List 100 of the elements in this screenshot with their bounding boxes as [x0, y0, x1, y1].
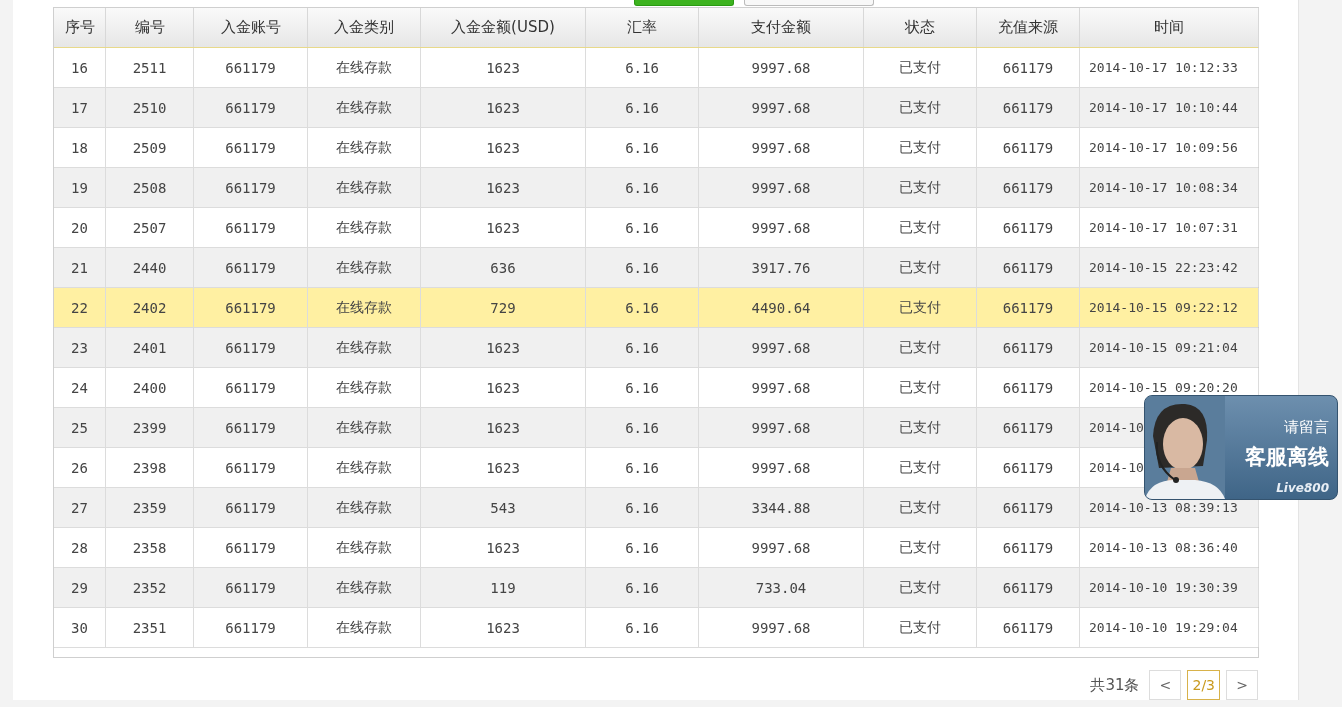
table-cell: 9997.68: [699, 88, 864, 127]
column-header: 支付金额: [699, 8, 864, 47]
table-cell: 已支付: [864, 448, 977, 487]
table-cell: 661179: [194, 488, 308, 527]
table-cell: 661179: [194, 328, 308, 367]
table-cell: 2014-10-17 10:09:56: [1080, 128, 1259, 167]
table-cell: 661179: [194, 568, 308, 607]
table-cell: 25: [54, 408, 106, 447]
table-cell: 1623: [421, 208, 586, 247]
table-cell: 28: [54, 528, 106, 567]
table-cell: 22: [54, 288, 106, 327]
table-cell: 6.16: [586, 568, 699, 607]
message-prompt: 请留言: [1284, 418, 1329, 437]
table-cell: 661179: [977, 128, 1080, 167]
table-cell: 9997.68: [699, 368, 864, 407]
table-cell: 733.04: [699, 568, 864, 607]
table-cell: 661179: [977, 528, 1080, 567]
table-cell: 661179: [977, 568, 1080, 607]
table-cell: 2014-10-17 10:08:34: [1080, 168, 1259, 207]
column-header: 编号: [106, 8, 194, 47]
table-cell: 已支付: [864, 608, 977, 647]
column-header: 时间: [1080, 8, 1259, 47]
table-cell: 9997.68: [699, 328, 864, 367]
table-cell: 661179: [194, 608, 308, 647]
table-cell: 661179: [977, 48, 1080, 87]
table-cell: 2509: [106, 128, 194, 167]
table-cell: 661179: [194, 288, 308, 327]
table-cell: 6.16: [586, 248, 699, 287]
table-cell: 已支付: [864, 248, 977, 287]
table-cell: 543: [421, 488, 586, 527]
table-cell: 2508: [106, 168, 194, 207]
table-cell: 2014-10-17 10:12:33: [1080, 48, 1259, 87]
table-cell: 在线存款: [308, 88, 421, 127]
table-cell: 3344.88: [699, 488, 864, 527]
table-cell: 2014-10-10 19:29:04: [1080, 608, 1259, 647]
table-cell: 661179: [977, 208, 1080, 247]
table-cell: 661179: [977, 288, 1080, 327]
table-cell: 在线存款: [308, 248, 421, 287]
table-cell: 661179: [194, 528, 308, 567]
table-cell: 在线存款: [308, 208, 421, 247]
table-cell: 已支付: [864, 208, 977, 247]
table-cell: 16: [54, 48, 106, 87]
table-cell: 6.16: [586, 208, 699, 247]
table-cell: 2014-10-15 09:22:12: [1080, 288, 1259, 327]
table-cell: 9997.68: [699, 168, 864, 207]
table-cell: 1623: [421, 48, 586, 87]
table-cell: 9997.68: [699, 128, 864, 167]
table-cell: 29: [54, 568, 106, 607]
table-cell: 2014-10-15 09:21:04: [1080, 328, 1259, 367]
table-cell: 661179: [977, 368, 1080, 407]
table-cell: 661179: [977, 408, 1080, 447]
table-cell: 1623: [421, 608, 586, 647]
table-cell: 已支付: [864, 48, 977, 87]
table-cell: 6.16: [586, 608, 699, 647]
column-header: 序号: [54, 8, 106, 47]
column-header: 入金账号: [194, 8, 308, 47]
table-cell: 2402: [106, 288, 194, 327]
table-cell: 661179: [977, 608, 1080, 647]
table-cell: 6.16: [586, 448, 699, 487]
table-cell: 已支付: [864, 528, 977, 567]
table-cell: 20: [54, 208, 106, 247]
column-header: 汇率: [586, 8, 699, 47]
table-cell: 6.16: [586, 168, 699, 207]
table-cell: 3917.76: [699, 248, 864, 287]
table-cell: 729: [421, 288, 586, 327]
table-cell: 在线存款: [308, 288, 421, 327]
table-cell: 在线存款: [308, 448, 421, 487]
table-cell: 2440: [106, 248, 194, 287]
table-cell: 已支付: [864, 168, 977, 207]
table-cell: 1623: [421, 528, 586, 567]
table-cell: 661179: [977, 328, 1080, 367]
table-cell: 6.16: [586, 528, 699, 567]
table-cell: 2511: [106, 48, 194, 87]
table-cell: 2400: [106, 368, 194, 407]
table-cell: 6.16: [586, 288, 699, 327]
table-cell: 6.16: [586, 48, 699, 87]
table-cell: 6.16: [586, 128, 699, 167]
table-cell: 已支付: [864, 408, 977, 447]
table-cell: 2014-10-17 10:10:44: [1080, 88, 1259, 127]
table-cell: 9997.68: [699, 448, 864, 487]
table-cell: 661179: [194, 168, 308, 207]
table-cell: 在线存款: [308, 528, 421, 567]
table-cell: 在线存款: [308, 328, 421, 367]
table-cell: 已支付: [864, 288, 977, 327]
table-cell: 24: [54, 368, 106, 407]
table-cell: 19: [54, 168, 106, 207]
brand-label: Live800: [1276, 481, 1329, 495]
table-cell: 1623: [421, 88, 586, 127]
table-cell: 2510: [106, 88, 194, 127]
table-cell: 1623: [421, 128, 586, 167]
table-cell: 1623: [421, 408, 586, 447]
table-cell: 661179: [977, 168, 1080, 207]
table-cell: 4490.64: [699, 288, 864, 327]
table-cell: 在线存款: [308, 128, 421, 167]
table-cell: 2014-10-10 19:30:39: [1080, 568, 1259, 607]
total-count: 共31条: [1090, 675, 1140, 695]
table-cell: 2401: [106, 328, 194, 367]
table-cell: 已支付: [864, 488, 977, 527]
table-cell: 已支付: [864, 128, 977, 167]
table-cell: 30: [54, 608, 106, 647]
